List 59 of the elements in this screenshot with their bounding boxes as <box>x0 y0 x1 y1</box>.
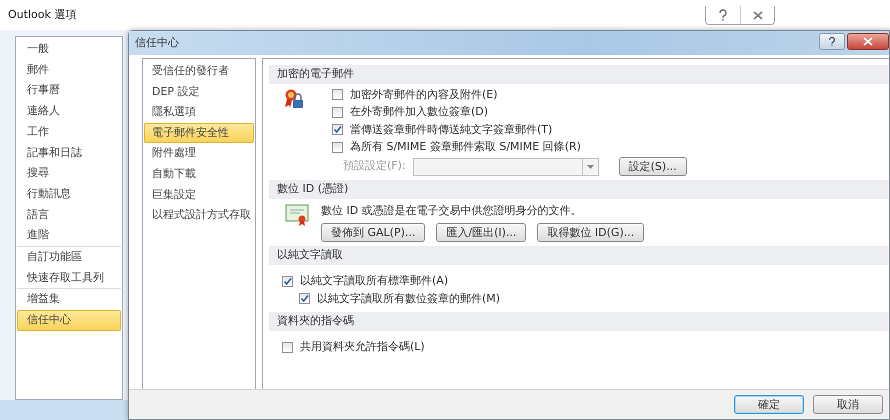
nav-item[interactable]: 附件處理 <box>144 143 254 164</box>
cancel-button[interactable]: 取消 <box>813 395 883 414</box>
section-header: 資料夾的指令碼 <box>269 312 889 330</box>
nav-item[interactable]: 隱私選項 <box>144 102 254 123</box>
description: 數位 ID 或憑證是在電子交易中供您證明身分的文件。 <box>321 203 583 219</box>
close-icon <box>752 10 762 20</box>
nav-item[interactable]: 一般 <box>17 39 121 60</box>
nav-item[interactable]: 工作 <box>17 122 121 142</box>
checkbox-label: 以純文字讀取所有標準郵件(A) <box>300 273 448 289</box>
checkbox[interactable] <box>332 106 343 118</box>
field-label: 預設設定(F): <box>343 158 406 174</box>
certificate-icon <box>285 203 309 227</box>
section-header: 以純文字讀取 <box>269 246 889 264</box>
window-title: Outlook 選項 <box>8 6 76 23</box>
section-header: 加密的電子郵件 <box>269 65 889 84</box>
checkbox[interactable] <box>282 342 293 353</box>
nav-item[interactable]: 電子郵件安全性 <box>144 122 254 144</box>
nav-item[interactable]: 搜尋 <box>17 163 121 184</box>
nav-item[interactable]: 進階 <box>17 225 121 246</box>
nav-item[interactable]: 巨集設定 <box>144 184 254 206</box>
nav-item[interactable]: DEP 設定 <box>144 82 254 102</box>
nav-item[interactable]: 連絡人 <box>17 101 121 122</box>
nav-item[interactable]: 行事曆 <box>17 80 121 102</box>
check-icon <box>333 125 342 134</box>
action-button[interactable]: 發佈到 GAL(P)... <box>321 222 426 242</box>
nav-item[interactable]: 記事和日誌 <box>17 142 121 164</box>
nav-item[interactable]: 自訂功能區 <box>17 246 121 268</box>
nav-item[interactable]: 快速存取工具列 <box>17 268 121 288</box>
ok-button[interactable]: 確定 <box>734 395 804 414</box>
nav-item[interactable]: 信任中心 <box>17 310 121 331</box>
checkbox-label: 加密外寄郵件的內容及附件(E) <box>350 86 498 102</box>
nav-item[interactable]: 增益集 <box>17 289 121 310</box>
close-button[interactable] <box>847 33 889 50</box>
certificate-lock-icon <box>283 88 305 110</box>
checkbox-label: 當傳送簽章郵件時傳送純文字簽章郵件(T) <box>350 122 552 138</box>
checkbox[interactable] <box>332 89 343 100</box>
help-button[interactable] <box>819 33 845 50</box>
nav-item[interactable]: 受信任的發行者 <box>144 61 254 82</box>
checkbox[interactable] <box>332 142 343 153</box>
nav-item[interactable]: 以程式設計方式存取 <box>144 205 254 226</box>
nav-item[interactable]: 郵件 <box>17 60 121 80</box>
checkbox-label: 在外寄郵件加入數位簽章(D) <box>350 104 488 120</box>
nav-item[interactable]: 自動下載 <box>144 164 254 185</box>
checkbox-label: 為所有 S/MIME 簽章郵件索取 S/MIME 回條(R) <box>350 139 581 155</box>
caret-icon <box>586 164 594 168</box>
checkbox[interactable] <box>299 293 310 304</box>
checkbox-label: 共用資料夾允許指令碼(L) <box>300 339 425 355</box>
nav-item[interactable]: 語言 <box>17 204 121 226</box>
close-icon <box>863 37 873 46</box>
checkbox[interactable] <box>282 276 293 287</box>
dialog-title: 信任中心 <box>135 34 179 51</box>
action-button[interactable]: 匯入/匯出(I)... <box>436 222 526 242</box>
help-icon <box>718 9 728 21</box>
checkbox[interactable] <box>332 124 343 136</box>
action-button[interactable]: 取得數位 ID(G)... <box>537 222 644 242</box>
checkbox-label: 以純文字讀取所有數位簽章的郵件(M) <box>317 290 500 306</box>
help-icon <box>828 36 836 47</box>
section-header: 數位 ID (憑證) <box>269 180 889 199</box>
nav-item[interactable]: 行動訊息 <box>17 184 121 204</box>
